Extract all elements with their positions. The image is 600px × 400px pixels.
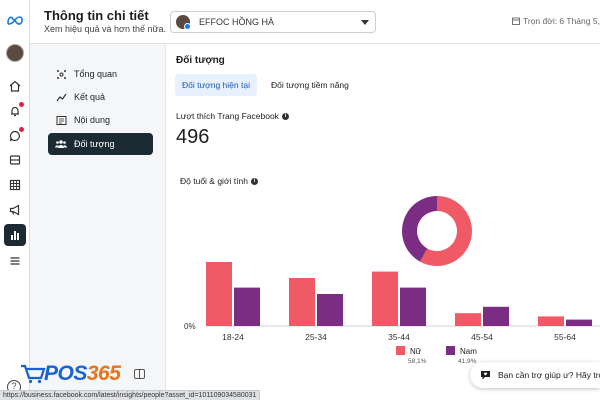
- help-text: Bạn cần trợ giúp ư? Hãy trò: [498, 370, 600, 380]
- logo-text-pos: POS: [44, 362, 87, 385]
- date-range-label: Trọn đời: 6 Tháng 5,: [523, 16, 600, 26]
- bar-45-54-male: [483, 306, 509, 326]
- legend-pct-female: 58,1%: [408, 358, 427, 365]
- bar-45-54-female: [455, 313, 481, 326]
- sidebar-item-label: Nội dung: [74, 115, 111, 125]
- messages-icon[interactable]: [7, 127, 24, 144]
- legend-swatch-female: [396, 346, 405, 355]
- bar-55-64-male: [566, 319, 592, 326]
- home-icon[interactable]: [7, 78, 23, 94]
- age-gender-label: Độ tuổi & giới tính i: [180, 176, 258, 186]
- x-tick-label: 25-34: [305, 332, 327, 342]
- y-tick-label: 0%: [184, 322, 196, 331]
- legend-label-female: Nữ: [410, 347, 422, 356]
- logo-text-365: 365: [86, 362, 121, 385]
- menu-icon[interactable]: [7, 253, 23, 269]
- page-selector-dropdown[interactable]: EFFOC HỒNG HÀ: [170, 11, 376, 33]
- age-gender-label-text: Độ tuổi & giới tính: [180, 176, 248, 186]
- date-range-selector[interactable]: Trọn đời: 6 Tháng 5,: [512, 16, 600, 26]
- page-subtitle: Xem hiệu quả và hơn thế nữa.: [44, 24, 167, 34]
- bar-35-44-female: [372, 271, 398, 326]
- page-likes-label-text: Lượt thích Trang Facebook: [176, 111, 279, 121]
- message-dot: [19, 127, 24, 132]
- info-icon[interactable]: i: [250, 177, 258, 185]
- section-title: Đối tượng: [176, 55, 225, 66]
- page-likes-label: Lượt thích Trang Facebook i: [176, 111, 289, 121]
- pos365-logo: POS365: [20, 362, 132, 385]
- bar-55-64-female: [538, 316, 564, 326]
- posts-icon[interactable]: [7, 152, 23, 168]
- bar-18-24-female: [206, 262, 232, 326]
- bar-25-34-female: [289, 278, 315, 326]
- sidebar-item-label: Kết quả: [74, 92, 106, 102]
- results-icon: [54, 92, 68, 103]
- insights-icon[interactable]: [4, 224, 26, 246]
- overview-icon: [54, 69, 68, 80]
- help-chat-bubble[interactable]: Bạn cần trợ giúp ư? Hãy trò: [470, 362, 600, 388]
- legend-female: Nữ 58,1%: [396, 346, 426, 365]
- x-tick-label: 18-24: [222, 332, 244, 342]
- bar-18-24-male: [234, 287, 260, 326]
- legend-swatch-male: [446, 346, 455, 355]
- sidebar-item-overview[interactable]: Tổng quan: [48, 63, 153, 85]
- content-icon: [54, 115, 68, 126]
- info-icon[interactable]: i: [281, 112, 289, 120]
- facebook-badge-icon: [184, 23, 191, 30]
- sidebar-item-label: Tổng quan: [74, 69, 118, 79]
- page-title: Thông tin chi tiết: [44, 8, 149, 23]
- notification-dot: [19, 102, 24, 107]
- caret-down-icon: [361, 20, 369, 25]
- profile-avatar[interactable]: [6, 44, 24, 62]
- megaphone-icon[interactable]: [7, 202, 23, 218]
- sidebar-item-content[interactable]: Nội dung: [48, 109, 153, 131]
- bar-25-34-male: [317, 294, 343, 326]
- age-gender-chart: 0% 18-24 25-34 35-44 45-54 55-64: [184, 196, 600, 342]
- audience-icon: [54, 139, 68, 149]
- tab-potential-audience[interactable]: Đối tượng tiềm năng: [264, 74, 356, 96]
- sidebar-item-label: Đối tượng: [74, 139, 115, 149]
- legend-pct-male: 41,9%: [458, 358, 477, 365]
- insights-sidebar: Tổng quan Kết quả Nội dung Đối tượng: [30, 44, 166, 400]
- calendar-icon: [512, 17, 520, 25]
- x-tick-label: 55-64: [554, 332, 576, 342]
- sidebar-item-audience[interactable]: Đối tượng: [48, 133, 153, 155]
- browser-status-url: https://business.facebook.com/latest/ins…: [0, 390, 261, 400]
- page-name: EFFOC HỒNG HÀ: [199, 17, 275, 27]
- page-header: Thông tin chi tiết Xem hiệu quả và hơn t…: [30, 0, 600, 44]
- audience-panel: Đối tượng Đối tượng hiện tại Đối tượng t…: [166, 44, 600, 400]
- sidebar-item-results[interactable]: Kết quả: [48, 86, 153, 108]
- panel-toggle-icon[interactable]: [134, 369, 145, 379]
- meta-logo-icon[interactable]: [6, 12, 24, 28]
- page-likes-value: 496: [176, 126, 210, 148]
- bar-35-44-male: [400, 287, 426, 326]
- x-tick-label: 45-54: [471, 332, 493, 342]
- x-tick-label: 35-44: [388, 332, 410, 342]
- calendar-grid-icon[interactable]: [7, 177, 23, 193]
- legend-male: Nam 41,9%: [446, 346, 477, 365]
- tab-current-audience[interactable]: Đối tượng hiện tại: [175, 74, 257, 96]
- cart-icon: [21, 364, 46, 384]
- global-nav-rail: [0, 0, 30, 400]
- legend-label-male: Nam: [460, 347, 477, 356]
- chat-heart-icon: [481, 371, 490, 380]
- notifications-icon[interactable]: [7, 102, 24, 119]
